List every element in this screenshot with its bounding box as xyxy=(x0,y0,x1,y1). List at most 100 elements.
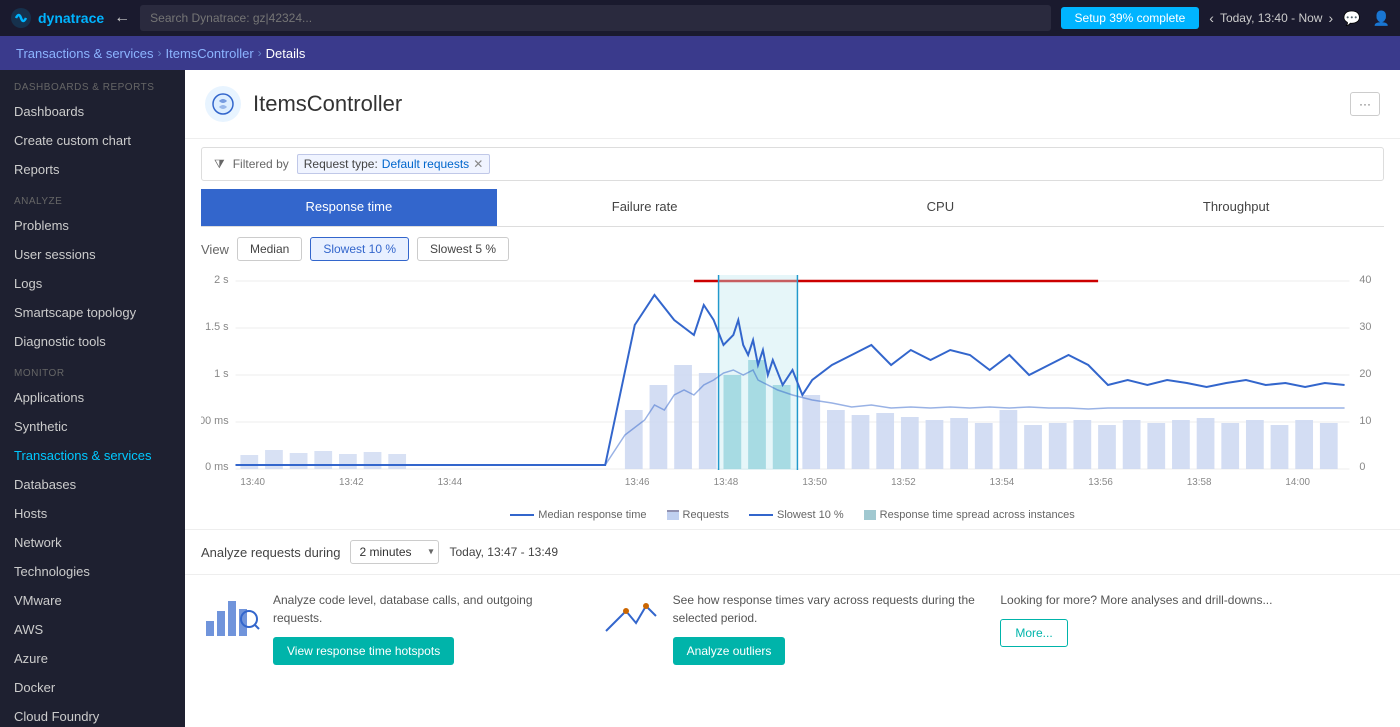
sidebar-item-synthetic[interactable]: Synthetic xyxy=(0,412,185,441)
sidebar-item-logs[interactable]: Logs xyxy=(0,269,185,298)
tab-response-time[interactable]: Response time xyxy=(201,189,497,226)
legend-requests-label: Requests xyxy=(683,509,729,521)
tab-failure-rate[interactable]: Failure rate xyxy=(497,189,793,226)
svg-text:0 ms: 0 ms xyxy=(205,461,229,473)
breadcrumb: Transactions & services › ItemsControlle… xyxy=(0,36,1400,70)
sidebar-item-technologies[interactable]: Technologies xyxy=(0,557,185,586)
hotspots-chart-icon xyxy=(201,591,261,641)
svg-text:13:54: 13:54 xyxy=(990,477,1015,488)
breadcrumb-sep-1: › xyxy=(158,46,162,60)
legend-median: Median response time xyxy=(510,509,646,521)
card-outliers-text: See how response times vary across reque… xyxy=(673,591,985,665)
chart-tabs: Response time Failure rate CPU Throughpu… xyxy=(201,189,1384,227)
svg-text:20: 20 xyxy=(1359,368,1371,380)
page-title: ItemsController xyxy=(253,91,402,117)
user-icon[interactable]: 👤 xyxy=(1373,10,1390,27)
sidebar-item-dashboards[interactable]: Dashboards xyxy=(0,97,185,126)
svg-text:1 s: 1 s xyxy=(214,368,229,380)
view-controls: View Median Slowest 10 % Slowest 5 % xyxy=(185,227,1400,265)
sidebar-item-cloudfoundry[interactable]: Cloud Foundry xyxy=(0,702,185,727)
svg-text:13:44: 13:44 xyxy=(438,477,463,488)
card-hotspots-description: Analyze code level, database calls, and … xyxy=(273,591,585,627)
legend-slowest10-label: Slowest 10 % xyxy=(777,509,844,521)
sidebar-item-docker[interactable]: Docker xyxy=(0,673,185,702)
analyze-bar: Analyze requests during 1 minute 2 minut… xyxy=(185,529,1400,574)
analyze-duration-select[interactable]: 1 minute 2 minutes 5 minutes 10 minutes xyxy=(350,540,439,564)
svg-text:0: 0 xyxy=(1359,461,1365,473)
cards-row: Analyze code level, database calls, and … xyxy=(185,574,1400,681)
filter-tag: Request type: Default requests ✕ xyxy=(297,154,491,174)
dynatrace-logo-icon xyxy=(10,7,32,29)
analyze-time-range: Today, 13:47 - 13:49 xyxy=(449,545,558,559)
sidebar: Dashboards & reports Dashboards Create c… xyxy=(0,70,185,727)
filter-remove-button[interactable]: ✕ xyxy=(473,157,483,171)
view-slowest5-button[interactable]: Slowest 5 % xyxy=(417,237,509,261)
sidebar-item-smartscape[interactable]: Smartscape topology xyxy=(0,298,185,327)
sidebar-section-dashboards: Dashboards & reports xyxy=(0,70,185,97)
sidebar-item-problems[interactable]: Problems xyxy=(0,211,185,240)
svg-text:10: 10 xyxy=(1359,415,1371,427)
svg-text:13:50: 13:50 xyxy=(802,477,827,488)
legend-spread-label: Response time spread across instances xyxy=(880,509,1075,521)
svg-text:13:40: 13:40 xyxy=(240,477,265,488)
tab-throughput[interactable]: Throughput xyxy=(1088,189,1384,226)
search-input[interactable] xyxy=(140,5,1050,31)
legend-spread-bar xyxy=(864,510,876,520)
sidebar-item-databases[interactable]: Databases xyxy=(0,470,185,499)
outliers-chart-icon xyxy=(601,591,661,641)
sidebar-item-user-sessions[interactable]: User sessions xyxy=(0,240,185,269)
logo: dynatrace xyxy=(10,7,104,29)
topbar: dynatrace ← Setup 39% complete ‹ Today, … xyxy=(0,0,1400,36)
sidebar-item-aws[interactable]: AWS xyxy=(0,615,185,644)
time-prev-button[interactable]: ‹ xyxy=(1209,10,1214,26)
svg-text:13:42: 13:42 xyxy=(339,477,364,488)
view-hotspots-button[interactable]: View response time hotspots xyxy=(273,637,454,665)
sidebar-item-diagnostic[interactable]: Diagnostic tools xyxy=(0,327,185,356)
legend-median-line xyxy=(510,514,534,516)
chat-icon[interactable]: 💬 xyxy=(1343,10,1360,27)
card-hotspots: Analyze code level, database calls, and … xyxy=(201,591,585,665)
tab-cpu[interactable]: CPU xyxy=(793,189,1089,226)
legend-requests: Requests xyxy=(667,509,729,521)
more-analyses-button[interactable]: More... xyxy=(1000,619,1067,647)
service-icon xyxy=(205,86,241,122)
view-label: View xyxy=(201,242,229,257)
sidebar-section-analyze: Analyze xyxy=(0,184,185,211)
filter-icon: ⧩ xyxy=(214,157,225,172)
items-controller-icon xyxy=(211,92,235,116)
svg-text:14:00: 14:00 xyxy=(1285,477,1310,488)
main-content: ItemsController ··· ⧩ Filtered by Reques… xyxy=(185,70,1400,727)
time-next-button[interactable]: › xyxy=(1328,10,1333,26)
legend-slowest10: Slowest 10 % xyxy=(749,509,844,521)
svg-text:30: 30 xyxy=(1359,321,1371,333)
legend-requests-bar xyxy=(667,510,679,520)
card-more-description: Looking for more? More analyses and dril… xyxy=(1000,591,1384,609)
sidebar-item-vmware[interactable]: VMware xyxy=(0,586,185,615)
setup-button[interactable]: Setup 39% complete xyxy=(1061,7,1200,29)
more-options-button[interactable]: ··· xyxy=(1350,92,1380,116)
svg-text:2 s: 2 s xyxy=(214,274,229,286)
logo-text: dynatrace xyxy=(38,10,104,26)
sidebar-item-network[interactable]: Network xyxy=(0,528,185,557)
sidebar-item-reports[interactable]: Reports xyxy=(0,155,185,184)
svg-text:1.5 s: 1.5 s xyxy=(205,321,229,333)
sidebar-item-transactions[interactable]: Transactions & services xyxy=(0,441,185,470)
breadcrumb-controller[interactable]: ItemsController xyxy=(166,46,254,61)
back-button[interactable]: ← xyxy=(114,9,130,27)
sidebar-item-hosts[interactable]: Hosts xyxy=(0,499,185,528)
view-slowest10-button[interactable]: Slowest 10 % xyxy=(310,237,409,261)
view-median-button[interactable]: Median xyxy=(237,237,302,261)
sidebar-item-azure[interactable]: Azure xyxy=(0,644,185,673)
svg-text:13:52: 13:52 xyxy=(891,477,916,488)
card-outliers-description: See how response times vary across reque… xyxy=(673,591,985,627)
page-title-row: ItemsController xyxy=(205,86,402,122)
sidebar-item-applications[interactable]: Applications xyxy=(0,383,185,412)
breadcrumb-details[interactable]: Details xyxy=(266,46,306,61)
legend-median-label: Median response time xyxy=(538,509,646,521)
breadcrumb-transactions[interactable]: Transactions & services xyxy=(16,46,154,61)
filter-key: Request type: xyxy=(304,157,378,171)
chart-area: 2 s 1.5 s 1 s 500 ms 0 ms 40 30 20 10 0 xyxy=(185,265,1400,505)
filter-value[interactable]: Default requests xyxy=(382,157,469,171)
sidebar-item-create-chart[interactable]: Create custom chart xyxy=(0,126,185,155)
analyze-outliers-button[interactable]: Analyze outliers xyxy=(673,637,786,665)
